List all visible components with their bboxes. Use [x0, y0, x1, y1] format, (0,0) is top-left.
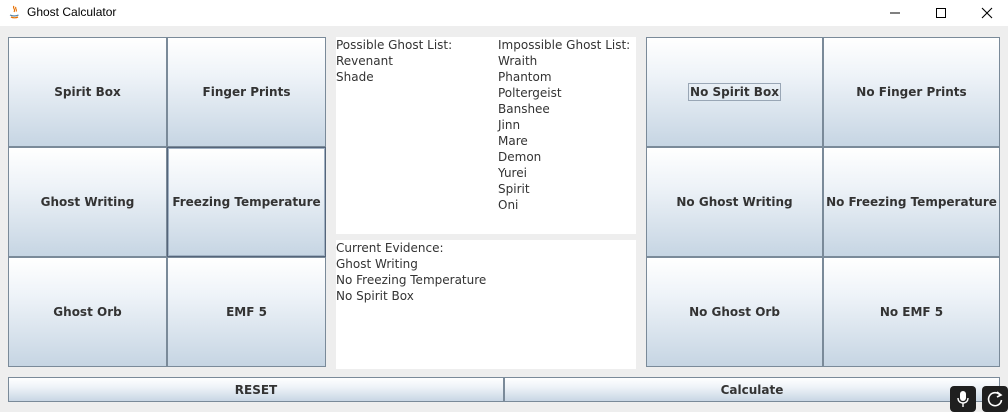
button-label: Finger Prints — [202, 85, 291, 99]
current-evidence-header: Current Evidence: — [336, 241, 444, 255]
list-item: Jinn — [498, 118, 521, 132]
button-label: Spirit Box — [54, 85, 121, 99]
list-item: Banshee — [498, 102, 550, 116]
no-finger-prints-button[interactable]: No Finger Prints — [823, 37, 1000, 147]
close-icon — [981, 7, 993, 19]
list-item: Ghost Writing — [336, 257, 418, 271]
list-item: Shade — [336, 70, 374, 84]
maximize-icon — [936, 8, 946, 18]
java-icon — [9, 5, 19, 19]
spirit-box-button[interactable]: Spirit Box — [8, 37, 167, 147]
microphone-icon — [957, 391, 969, 407]
list-item: Demon — [498, 150, 542, 164]
refresh-icon — [987, 391, 1003, 407]
list-item: Wraith — [498, 54, 538, 68]
list-item: Spirit — [498, 182, 530, 196]
list-item: Revenant — [336, 54, 393, 68]
no-freezing-temperature-button[interactable]: No Freezing Temperature — [823, 147, 1000, 257]
no-ghost-orb-button[interactable]: No Ghost Orb — [646, 257, 823, 367]
title-bar: Ghost Calculator — [0, 0, 1008, 26]
list-item: Poltergeist — [498, 86, 562, 100]
no-spirit-box-button[interactable]: No Spirit Box — [646, 37, 823, 147]
freezing-temperature-button[interactable]: Freezing Temperature — [167, 147, 326, 257]
microphone-button[interactable] — [950, 386, 976, 412]
calculate-button[interactable]: Calculate — [504, 377, 1000, 402]
list-item: Phantom — [498, 70, 552, 84]
maximize-button[interactable] — [918, 0, 964, 26]
impossible-ghost-list: Impossible Ghost List: Wraith Phantom Po… — [498, 37, 630, 213]
list-item: Mare — [498, 134, 528, 148]
current-evidence-panel: Current Evidence: Ghost Writing No Freez… — [336, 240, 636, 369]
button-label: No Finger Prints — [856, 85, 967, 99]
possible-ghost-list: Possible Ghost List: Revenant Shade — [336, 37, 452, 85]
button-label: No EMF 5 — [879, 305, 944, 319]
button-label: Ghost Writing — [40, 195, 135, 209]
reset-button[interactable]: RESET — [8, 377, 504, 402]
button-label: Freezing Temperature — [172, 195, 321, 209]
close-button[interactable] — [964, 0, 1008, 26]
button-label: EMF 5 — [226, 305, 267, 319]
list-item: Yurei — [498, 166, 527, 180]
list-item: Oni — [498, 198, 519, 212]
button-label: No Spirit Box — [688, 83, 781, 101]
window-title: Ghost Calculator — [27, 5, 117, 19]
button-label: No Ghost Writing — [676, 195, 793, 209]
button-label: Ghost Orb — [53, 305, 122, 319]
refresh-button[interactable] — [982, 386, 1008, 412]
minimize-button[interactable] — [872, 0, 918, 26]
no-ghost-writing-button[interactable]: No Ghost Writing — [646, 147, 823, 257]
impossible-list-header: Impossible Ghost List: — [498, 38, 631, 52]
no-emf-5-button[interactable]: No EMF 5 — [823, 257, 1000, 367]
list-item: No Freezing Temperature — [336, 273, 487, 287]
ghost-orb-button[interactable]: Ghost Orb — [8, 257, 167, 367]
emf-5-button[interactable]: EMF 5 — [167, 257, 326, 367]
list-item: No Spirit Box — [336, 289, 414, 303]
button-label: Calculate — [720, 382, 784, 397]
button-label: RESET — [234, 382, 278, 397]
button-label: No Freezing Temperature — [826, 195, 997, 209]
button-label: No Ghost Orb — [689, 305, 780, 319]
possible-list-header: Possible Ghost List: — [336, 38, 453, 52]
minimize-icon — [890, 12, 900, 14]
main-content: Spirit Box Finger Prints Ghost Writing F… — [0, 26, 1008, 412]
finger-prints-button[interactable]: Finger Prints — [167, 37, 326, 147]
ghost-list-panel: Possible Ghost List: Revenant Shade Impo… — [336, 37, 636, 234]
ghost-writing-button[interactable]: Ghost Writing — [8, 147, 167, 257]
